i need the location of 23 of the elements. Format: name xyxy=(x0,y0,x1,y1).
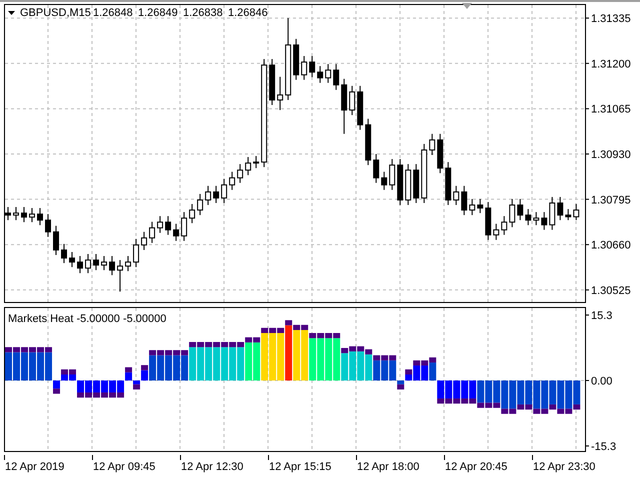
price-axis-label: 1.30930 xyxy=(591,149,631,161)
time-axis-label: 12 Apr 12:30 xyxy=(181,461,244,473)
time-axis-label: 12 Apr 09:45 xyxy=(93,461,156,473)
price-axis-label: 1.31335 xyxy=(591,13,631,26)
price-quote: 1.26846 xyxy=(228,7,268,19)
price-axis-label: 1.31065 xyxy=(591,104,631,116)
price-axis-label: 1.30795 xyxy=(591,194,631,206)
time-axis-label: 12 Apr 15:15 xyxy=(269,461,332,473)
price-quote: 1.26838 xyxy=(183,7,223,19)
price-axis-label: 1.30525 xyxy=(591,284,631,297)
indicator-axis-label: 15.3 xyxy=(591,310,612,322)
price-axis-label: 1.30660 xyxy=(591,240,631,252)
price-axis-label: 1.31200 xyxy=(591,58,631,70)
indicator-axis-label: -15.3 xyxy=(591,440,616,453)
time-axis-label: 12 Apr 20:45 xyxy=(445,461,508,473)
time-axis-label: 12 Apr 23:30 xyxy=(533,461,596,473)
time-axis-label: 12 Apr 18:00 xyxy=(357,461,420,473)
chart-symbol: GBPUSD,M15 xyxy=(20,7,91,19)
time-axis-label: 12 Apr 2019 xyxy=(5,461,64,473)
price-quote: 1.26849 xyxy=(138,7,178,19)
indicator-title: Markets Heat -5.00000 -5.00000 xyxy=(8,313,166,325)
indicator-axis-label: 0.00 xyxy=(591,376,612,388)
price-quote: 1.26848 xyxy=(93,7,133,19)
